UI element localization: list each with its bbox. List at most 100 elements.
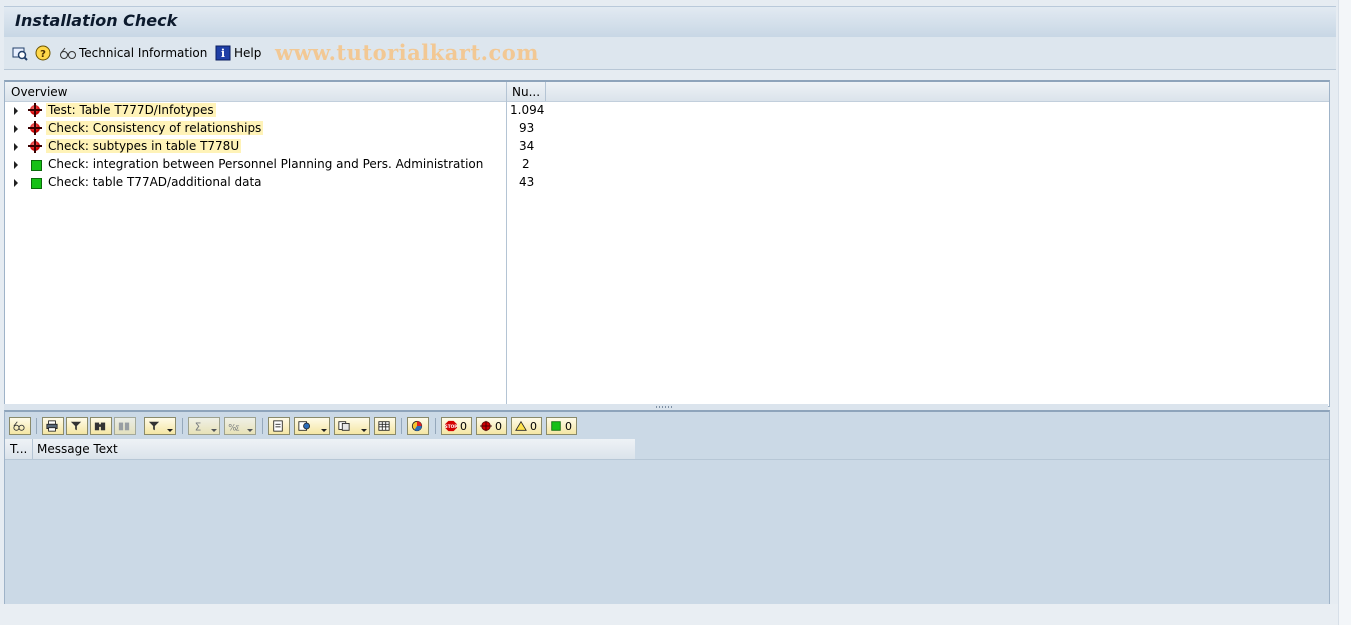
column-number[interactable]: Nu... [512,85,540,99]
row-number: 34 [519,139,535,153]
watermark: www.tutorialkart.com [275,40,539,65]
layout-icon [338,421,350,431]
message-toolbar: Σ % Σ STOP 0 0 0 0 [5,412,1329,439]
dropdown-arrow-icon [247,429,253,432]
row-label[interactable]: Test: Table T777D/Infotypes [46,103,216,117]
layout-button[interactable] [334,417,370,435]
expand-arrow-icon[interactable] [14,125,18,133]
pie-chart-icon [411,420,423,432]
toolbar-separator [435,418,436,434]
tree-row[interactable]: Test: Table T777D/Infotypes 1.094 [5,102,1329,120]
success-messages-filter[interactable]: 0 [546,417,577,435]
glasses-icon[interactable] [59,45,76,61]
find-button[interactable] [90,417,112,435]
grid-icon [378,421,390,431]
toolbar-separator [182,418,183,434]
help-question-icon[interactable]: ? [35,45,51,61]
stop-count: 0 [460,420,467,433]
overview-tree: Overview Nu... Test: Table T777D/Infotyp… [4,80,1330,407]
row-label[interactable]: Check: Consistency of relationships [46,121,264,135]
glasses-icon [13,421,25,431]
dropdown-arrow-icon [321,429,327,432]
row-label[interactable]: Check: subtypes in table T778U [46,139,242,153]
window-edge [1338,0,1351,625]
warning-messages-filter[interactable]: 0 [511,417,542,435]
grid-button[interactable] [374,417,396,435]
column-message-text[interactable]: Message Text [37,442,118,456]
message-panel: Σ % Σ STOP 0 0 0 0 T... Message Text [4,410,1330,605]
expand-arrow-icon[interactable] [14,179,18,187]
help-button[interactable]: Help [234,46,261,60]
error-count: 0 [495,420,502,433]
subtotal-button[interactable]: % Σ [224,417,256,435]
expand-arrow-icon[interactable] [14,143,18,151]
tree-row[interactable]: Check: table T77AD/additional data 43 [5,174,1329,192]
total-button[interactable]: Σ [188,417,220,435]
printer-icon [46,420,58,432]
application-toolbar: ? Technical Information i Help www.tutor… [4,37,1336,70]
filter-icon [70,421,82,431]
document-icon [273,420,283,432]
splitter-grip-icon[interactable] [656,406,674,408]
column-divider[interactable] [545,82,546,101]
red-light-icon [28,121,42,135]
expand-arrow-icon[interactable] [14,161,18,169]
expand-arrow-icon[interactable] [14,107,18,115]
row-number: 1.094 [510,103,545,117]
column-type[interactable]: T... [5,439,33,459]
svg-text:Σ: Σ [195,421,202,432]
message-table-header: T... Message Text [5,439,635,460]
toolbar-separator [262,418,263,434]
column-type-label: T... [10,442,28,456]
red-light-icon [28,139,42,153]
export-button[interactable] [294,417,330,435]
toolbar-separator [36,418,37,434]
warning-count: 0 [530,420,537,433]
message-list [5,459,1329,605]
row-label[interactable]: Check: table T77AD/additional data [46,175,264,189]
svg-text:?: ? [40,49,46,60]
tree-row[interactable]: Check: subtypes in table T778U 34 [5,138,1329,156]
green-light-icon [551,421,561,431]
dropdown-arrow-icon [211,429,217,432]
tree-header: Overview Nu... [5,82,1329,102]
row-number: 93 [519,121,535,135]
red-light-icon [480,420,492,432]
green-light-icon [31,160,42,171]
find-next-icon [118,422,130,431]
row-number: 2 [522,157,530,171]
technical-information-button[interactable]: Technical Information [79,46,207,60]
binoculars-icon [94,422,106,431]
stop-icon: STOP [445,420,457,432]
filter-button[interactable] [66,417,88,435]
page-title: Installation Check [15,11,178,30]
stop-messages-filter[interactable]: STOP 0 [441,417,472,435]
info-icon[interactable]: i [215,45,231,61]
column-overview[interactable]: Overview [11,85,68,99]
row-label[interactable]: Check: integration between Personnel Pla… [46,157,485,171]
filter-icon [148,421,160,431]
set-filter-button[interactable] [144,417,176,435]
row-number: 43 [519,175,535,189]
warning-icon [515,420,527,431]
svg-text:Σ: Σ [235,424,239,432]
tree-row[interactable]: Check: integration between Personnel Pla… [5,156,1329,174]
tree-row[interactable]: Check: Consistency of relationships 93 [5,120,1329,138]
dropdown-arrow-icon [167,429,173,432]
green-light-icon [31,178,42,189]
find-next-button[interactable] [114,417,136,435]
print-button[interactable] [42,417,64,435]
error-messages-filter[interactable]: 0 [476,417,507,435]
toolbar-separator [401,418,402,434]
red-light-icon [28,103,42,117]
subtotal-icon: %Σ [228,423,239,432]
dropdown-arrow-icon [361,429,367,432]
svg-text:i: i [221,47,225,60]
display-icon[interactable] [12,45,28,61]
export-icon [298,421,310,431]
graphic-button[interactable] [407,417,429,435]
print-preview-button[interactable] [268,417,290,435]
details-button[interactable] [9,417,31,435]
title-bar: Installation Check [4,6,1336,38]
sum-icon: Σ [195,421,202,432]
